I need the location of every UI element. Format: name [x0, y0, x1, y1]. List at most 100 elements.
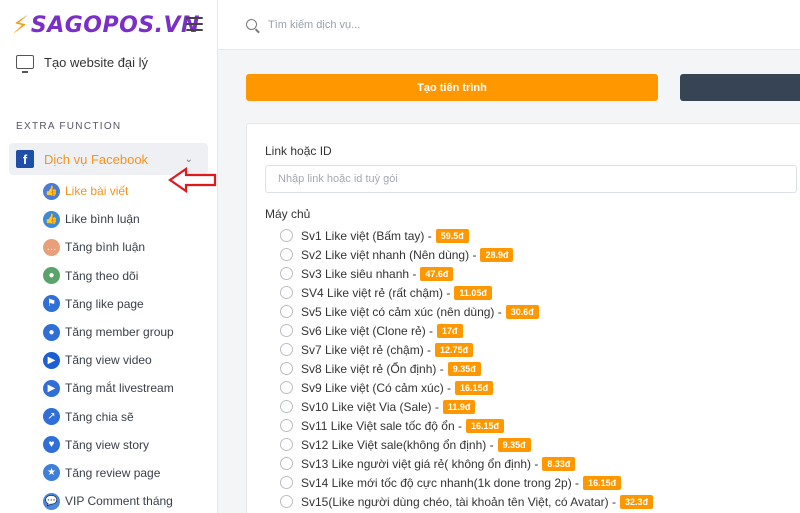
sidebar-item[interactable]: ● Tăng member group	[0, 318, 217, 346]
server-option-label: Sv7 Like việt rẻ (chậm) -	[301, 342, 432, 357]
server-option[interactable]: Sv7 Like việt rẻ (chậm) -12.75đ	[280, 340, 653, 359]
server-option[interactable]: Sv10 Like việt Via (Sale) -11.9đ	[280, 397, 653, 416]
chevron-down-icon: ⌄	[184, 153, 193, 165]
radio-button[interactable]	[280, 438, 293, 451]
server-option[interactable]: Sv3 Like siêu nhanh -47.6đ	[280, 264, 653, 283]
sidebar-item-label: Tăng review page	[65, 465, 161, 480]
radio-button[interactable]	[280, 495, 293, 508]
server-option[interactable]: Sv8 Like việt rẻ (Ổn định) -9.35đ	[280, 359, 653, 378]
search-input[interactable]	[268, 18, 568, 31]
server-option-label: Sv8 Like việt rẻ (Ổn định) -	[301, 361, 444, 376]
server-option[interactable]: SV4 Like việt rẻ (rất chậm) -11.05đ	[280, 283, 653, 302]
radio-button[interactable]	[280, 229, 293, 242]
server-option-label: Sv12 Like Việt sale(không ổn định) -	[301, 437, 494, 452]
price-badge: 59.5đ	[435, 228, 469, 243]
facebook-icon: f	[16, 150, 34, 168]
radio-button[interactable]	[280, 248, 293, 261]
radio-button[interactable]	[280, 286, 293, 299]
sidebar-item[interactable]: ⚑ Tăng like page	[0, 290, 217, 318]
server-option[interactable]: Sv1 Like việt (Bấm tay) -59.5đ	[280, 226, 653, 245]
thumbs-up-comment-icon: 👍	[43, 210, 60, 228]
follower-avatar-icon: ●	[43, 267, 60, 285]
page-flag-icon: ⚑	[43, 295, 60, 313]
sidebar-item[interactable]: … Tăng bình luận	[0, 233, 217, 261]
radio-button[interactable]	[280, 305, 293, 318]
sidebar-item[interactable]: ● Tăng theo dõi	[0, 262, 217, 290]
price-badge: 32.3đ	[619, 494, 653, 509]
radio-button[interactable]	[280, 381, 293, 394]
sidebar-item[interactable]: ↗ Tăng chia sẽ	[0, 403, 217, 431]
radio-button[interactable]	[280, 457, 293, 470]
price-badge: 16.15đ	[466, 418, 505, 433]
sidebar-item[interactable]: 👍 Like bình luận	[0, 205, 217, 233]
server-option[interactable]: Sv13 Like người việt giá rẻ( không ổn đị…	[280, 454, 653, 473]
price-badge: 9.35đ	[447, 361, 481, 376]
thumbs-up-icon: 👍	[43, 182, 60, 200]
price-badge: 30.6đ	[505, 304, 539, 319]
sidebar-item-label: Tăng view story	[65, 437, 150, 452]
sidebar-group-label: Dịch vụ Facebook	[44, 151, 149, 167]
server-option[interactable]: Sv14 Like mới tốc độ cực nhanh(1k done t…	[280, 473, 653, 492]
radio-button[interactable]	[280, 476, 293, 489]
radio-button[interactable]	[280, 343, 293, 356]
sidebar-submenu: 👍 Like bài viết 👍 Like bình luận … Tăng bình …	[0, 177, 217, 513]
price-badge: 47.6đ	[420, 266, 454, 281]
server-option[interactable]: Sv2 Like việt nhanh (Nên dùng) -28.9đ	[280, 245, 653, 264]
server-option-label: Sv5 Like việt có cảm xúc (nên dùng) -	[301, 304, 502, 319]
price-badge: 12.75đ	[435, 342, 474, 357]
price-badge: 9.35đ	[497, 437, 531, 452]
link-input[interactable]	[265, 165, 797, 193]
brand-logo-text[interactable]: SAGOPOS.VN	[31, 13, 200, 38]
sidebar-item[interactable]: ▶ Tăng view video	[0, 346, 217, 374]
sidebar-item-label: Tăng bình luận	[65, 240, 146, 255]
review-icon: ★	[43, 464, 60, 482]
server-option[interactable]: Sv11 Like Việt sale tốc độ ổn - 16.15đ	[280, 416, 653, 435]
monitor-icon	[16, 55, 34, 73]
server-option-label: SV4 Like việt rẻ (rất chậm) -	[301, 285, 451, 300]
sidebar-item-label: Tăng chia sẽ	[65, 409, 134, 424]
radio-button[interactable]	[280, 419, 293, 432]
sidebar-item[interactable]: ★ Tăng review page	[0, 459, 217, 487]
server-option[interactable]: Sv6 Like việt (Clone rẻ) -17đ	[280, 321, 653, 340]
sidebar-item-label: Like bình luận	[65, 212, 140, 227]
server-option-label: Sv1 Like việt (Bấm tay) -	[301, 228, 432, 243]
sidebar: ⚡ SAGOPOS.VN Tạo website đại lý EXTRA FU…	[0, 0, 218, 513]
server-option-label: Sv14 Like mới tốc độ cực nhanh(1k done t…	[301, 475, 580, 490]
vip-comment-icon: 💬	[43, 492, 60, 510]
search-icon	[246, 19, 257, 30]
radio-button[interactable]	[280, 324, 293, 337]
radio-button[interactable]	[280, 362, 293, 375]
sidebar-item-label: Tạo website đại lý	[44, 54, 149, 70]
topbar	[218, 0, 800, 50]
price-badge: 8.33đ	[542, 456, 576, 471]
server-option-label: Sv9 Like việt (Có cảm xúc) -	[301, 380, 452, 395]
server-label: Máy chủ	[265, 207, 311, 221]
server-option[interactable]: Sv12 Like Việt sale(không ổn định) -9.35…	[280, 435, 653, 454]
sidebar-item-label: Tăng view video	[65, 353, 152, 368]
comment-bubbles-icon: …	[43, 238, 60, 256]
server-option[interactable]: Sv9 Like việt (Có cảm xúc) -16.15đ	[280, 378, 653, 397]
sidebar-item[interactable]: ♥ Tăng view story	[0, 431, 217, 459]
create-process-button[interactable]: Tạo tiến trình	[246, 74, 658, 101]
server-option[interactable]: Sv5 Like việt có cảm xúc (nên dùng) -30.…	[280, 302, 653, 321]
secondary-dark-button[interactable]	[680, 74, 800, 101]
hamburger-menu-icon[interactable]	[186, 17, 203, 31]
price-badge: 16.15đ	[583, 475, 622, 490]
share-arrow-icon: ↗	[43, 408, 60, 426]
server-option-label: Sv15(Like người dùng chéo, tài khoản tên…	[301, 494, 616, 509]
link-label: Link hoặc ID	[265, 144, 332, 158]
sidebar-item[interactable]: 💬 VIP Comment tháng	[0, 487, 217, 513]
bolt-logo-icon: ⚡	[12, 11, 29, 39]
radio-button[interactable]	[280, 400, 293, 413]
server-option[interactable]: Sv15(Like người dùng chéo, tài khoản tên…	[280, 492, 653, 511]
play-video-icon: ▶	[43, 351, 60, 369]
server-option-label: Sv2 Like việt nhanh (Nên dùng) -	[301, 247, 477, 262]
sidebar-item-create-website[interactable]: Tạo website đại lý	[0, 50, 217, 74]
group-members-icon: ●	[43, 323, 60, 341]
sidebar-item[interactable]: ▶ Tăng mắt livestream	[0, 374, 217, 402]
sidebar-item-label: VIP Comment tháng	[65, 494, 173, 509]
sidebar-item-label: Tăng theo dõi	[65, 268, 139, 283]
radio-button[interactable]	[280, 267, 293, 280]
server-option-label: Sv11 Like Việt sale tốc độ ổn -	[301, 418, 462, 433]
red-pointer-arrow-icon	[168, 166, 217, 194]
